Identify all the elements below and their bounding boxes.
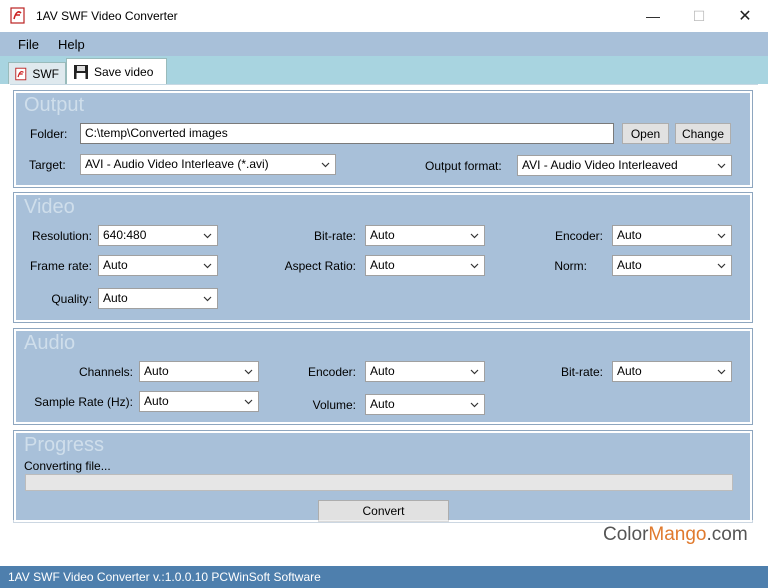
audio-encoder-select-value: Auto [370,364,395,378]
menu-bar: File Help [0,32,768,56]
sample-rate-select[interactable]: Auto [139,391,259,412]
aspect-ratio-select[interactable]: Auto [365,255,485,276]
audio-bitrate-select-value: Auto [617,364,642,378]
tab-save-video-label: Save video [94,64,154,79]
chevron-down-icon [470,233,479,239]
target-label: Target: [29,158,66,172]
channels-select-value: Auto [144,364,169,378]
convert-button[interactable]: Convert [318,500,449,522]
progress-bar [25,474,733,491]
chevron-down-icon [244,399,253,405]
output-panel: Output Folder: C:\temp\Converted images … [13,90,753,188]
menu-help[interactable]: Help [58,37,85,52]
menu-file[interactable]: File [18,37,39,52]
sample-rate-label: Sample Rate (Hz): [34,395,133,409]
video-bitrate-label: Bit-rate: [313,229,356,243]
chevron-down-icon [321,162,330,168]
status-bar-text: 1AV SWF Video Converter v.:1.0.0.10 PCWi… [8,570,321,584]
output-panel-title: Output [24,94,85,116]
open-button[interactable]: Open [622,123,669,144]
quality-select-value: Auto [103,291,128,305]
audio-bitrate-select[interactable]: Auto [612,361,732,382]
resolution-label: Resolution: [31,229,92,243]
norm-label: Norm: [554,259,587,273]
audio-panel: Audio Channels: Auto Encoder: Auto Bit-r… [13,328,753,425]
floppy-disk-icon [74,64,88,79]
output-format-select-value: AVI - Audio Video Interleaved [522,158,678,172]
norm-select-value: Auto [617,258,642,272]
video-encoder-select-value: Auto [617,228,642,242]
video-encoder-label: Encoder: [554,229,603,243]
aspect-ratio-label: Aspect Ratio: [284,259,356,273]
chevron-down-icon [203,263,212,269]
audio-encoder-label: Encoder: [307,365,356,379]
chevron-down-icon [470,263,479,269]
maximize-icon: ☐ [692,7,706,24]
frame-rate-select[interactable]: Auto [98,255,218,276]
tab-strip: SWF Save video [0,56,768,84]
quality-label: Quality: [51,292,92,306]
quality-select[interactable]: Auto [98,288,218,309]
progress-panel-title: Progress [24,434,105,456]
watermark-logo: ColorMango.com [603,524,748,546]
watermark-part-3: .com [706,524,748,545]
target-select[interactable]: AVI - Audio Video Interleave (*.avi) [80,154,336,175]
status-bar: 1AV SWF Video Converter v.:1.0.0.10 PCWi… [0,566,768,588]
progress-status-text: Converting file... [24,459,111,473]
chevron-down-icon [717,263,726,269]
output-format-select[interactable]: AVI - Audio Video Interleaved [517,155,732,176]
folder-label: Folder: [30,127,68,141]
resolution-select-value: 640:480 [103,228,147,242]
channels-label: Channels: [78,365,133,379]
minimize-button[interactable]: — [630,0,676,32]
close-button[interactable]: ✕ [722,0,768,32]
video-encoder-select[interactable]: Auto [612,225,732,246]
resolution-select[interactable]: 640:480 [98,225,218,246]
frame-rate-label: Frame rate: [29,259,92,273]
tab-swf-label: SWF [32,66,59,81]
channels-select[interactable]: Auto [139,361,259,382]
video-panel-title: Video [24,196,75,218]
video-panel: Video Resolution: 640:480 Bit-rate: Auto… [13,192,753,323]
chevron-down-icon [717,163,726,169]
norm-select[interactable]: Auto [612,255,732,276]
audio-encoder-select[interactable]: Auto [365,361,485,382]
title-bar: 1AV SWF Video Converter — ☐ ✕ [0,0,768,32]
tab-save-video[interactable]: Save video [66,58,167,84]
window-title: 1AV SWF Video Converter [36,9,178,23]
chevron-down-icon [717,369,726,375]
volume-label: Volume: [312,398,356,412]
chevron-down-icon [717,233,726,239]
chevron-down-icon [470,402,479,408]
folder-input[interactable]: C:\temp\Converted images [80,123,614,144]
frame-rate-select-value: Auto [103,258,128,272]
chevron-down-icon [244,369,253,375]
output-format-label: Output format: [425,159,502,173]
chevron-down-icon [203,296,212,302]
volume-select-value: Auto [370,397,395,411]
change-button[interactable]: Change [675,123,731,144]
video-bitrate-select-value: Auto [370,228,395,242]
audio-bitrate-label: Bit-rate: [560,365,603,379]
close-icon: ✕ [738,8,752,25]
tab-swf[interactable]: SWF [8,62,66,84]
progress-panel: Progress Converting file... Convert [13,430,753,523]
chevron-down-icon [203,233,212,239]
sample-rate-select-value: Auto [144,394,169,408]
watermark-part-1: Color [603,524,649,545]
swf-file-icon [15,67,27,80]
video-bitrate-select[interactable]: Auto [365,225,485,246]
maximize-button[interactable]: ☐ [676,0,722,32]
aspect-ratio-select-value: Auto [370,258,395,272]
chevron-down-icon [470,369,479,375]
watermark-part-2: Mango [648,524,707,545]
app-icon [10,7,25,24]
target-select-value: AVI - Audio Video Interleave (*.avi) [85,157,269,171]
volume-select[interactable]: Auto [365,394,485,415]
minimize-icon: — [646,8,660,24]
audio-panel-title: Audio [24,332,76,354]
